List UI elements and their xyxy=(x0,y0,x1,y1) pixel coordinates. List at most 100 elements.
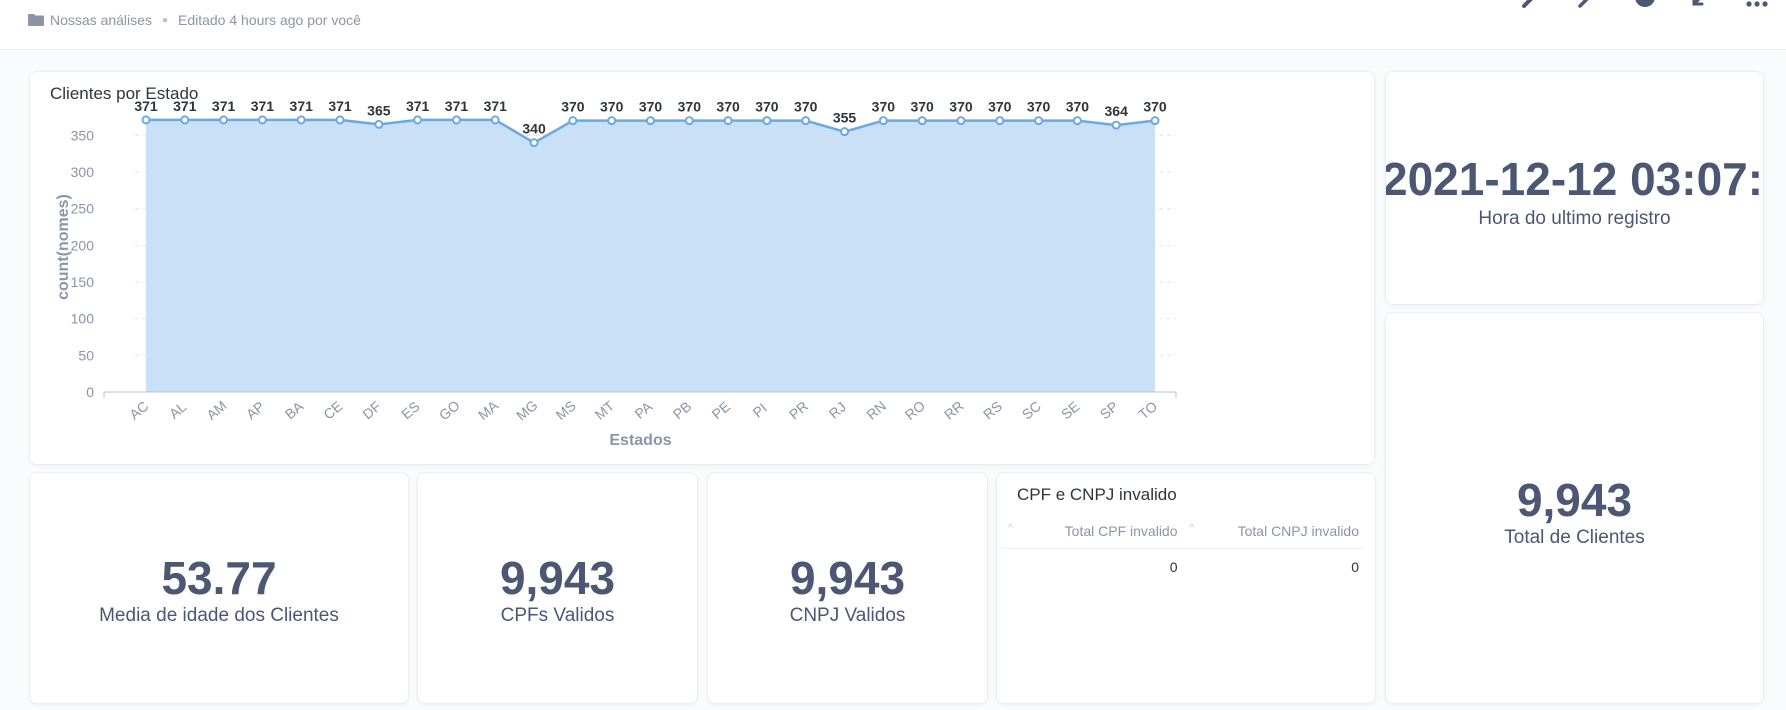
x-tick-label: BA xyxy=(282,398,307,423)
invalid-table-card[interactable]: CPF e CNPJ invalido ^ Total CPF invalido… xyxy=(996,472,1376,704)
share-arrow-icon[interactable] xyxy=(1576,0,1602,10)
column-header-cnpj[interactable]: ^ Total CNPJ invalido xyxy=(1184,523,1366,539)
data-point xyxy=(141,115,151,125)
data-label: 371 xyxy=(406,98,430,114)
data-label: 370 xyxy=(600,99,624,115)
last-record-value: 2021-12-12 03:07:52 xyxy=(1385,153,1764,205)
data-point xyxy=(180,115,190,125)
invalid-table: ^ Total CPF invalido ^ Total CNPJ invali… xyxy=(1002,513,1365,585)
data-label: 370 xyxy=(988,99,1012,115)
data-label: 370 xyxy=(872,99,896,115)
area-fill xyxy=(146,119,1155,392)
x-tick-label: AM xyxy=(203,397,229,423)
data-point xyxy=(529,138,539,148)
data-point xyxy=(296,115,306,125)
x-tick-label: GO xyxy=(436,397,463,423)
x-tick-label: SC xyxy=(1019,398,1044,423)
data-point xyxy=(762,116,772,126)
collection-link[interactable]: Nossas análises xyxy=(50,12,152,28)
data-label: 365 xyxy=(367,102,391,118)
x-tick-label: PB xyxy=(670,398,695,422)
x-tick-label: TO xyxy=(1135,398,1160,423)
data-label: 355 xyxy=(833,110,857,126)
data-point xyxy=(451,115,461,125)
data-label: 370 xyxy=(639,99,663,115)
more-options-icon[interactable] xyxy=(1744,0,1770,10)
cpf-valid-value: 9,943 xyxy=(499,552,616,604)
last-record-card[interactable]: 2021-12-12 03:07:52 Hora do ultimo regis… xyxy=(1385,71,1764,305)
x-tick-label: MA xyxy=(475,397,502,423)
x-tick-label: PA xyxy=(631,398,655,422)
x-tick-label: RN xyxy=(863,398,889,423)
total-clients-label: Total de Clientes xyxy=(1504,527,1645,548)
avg-age-value: 53.77 xyxy=(161,552,277,604)
dashboard-toolbar xyxy=(1520,0,1770,10)
avg-age-label: Media de idade dos Clientes xyxy=(99,605,339,626)
data-label: 371 xyxy=(328,98,352,114)
last-record-label: Hora do ultimo registro xyxy=(1478,208,1671,229)
data-point xyxy=(335,115,345,125)
x-tick-label: RR xyxy=(941,398,967,423)
data-point xyxy=(607,116,617,126)
data-label: 371 xyxy=(212,98,236,114)
x-tick-label: MS xyxy=(552,397,578,423)
y-tick-label: 350 xyxy=(71,127,95,143)
data-label: 371 xyxy=(134,98,158,114)
data-label: 370 xyxy=(910,99,934,115)
data-label: 364 xyxy=(1105,103,1129,119)
x-tick-label: RJ xyxy=(826,399,849,422)
data-point xyxy=(568,116,578,126)
folder-icon xyxy=(28,14,44,26)
x-tick-label: SE xyxy=(1058,398,1083,422)
y-tick-label: 0 xyxy=(86,384,94,400)
data-label: 370 xyxy=(1143,99,1167,115)
data-point xyxy=(1072,116,1082,126)
y-tick-label: 200 xyxy=(71,237,95,253)
data-point xyxy=(840,127,850,137)
cpf-valid-card[interactable]: 9,943 CPFs Validos xyxy=(417,472,698,704)
data-point xyxy=(1150,116,1160,126)
edit-pencil-icon[interactable] xyxy=(1520,0,1546,10)
x-tick-label: AL xyxy=(166,398,190,421)
data-label: 370 xyxy=(949,99,973,115)
data-label: 371 xyxy=(290,98,314,114)
x-tick-label: MT xyxy=(592,397,618,423)
fullscreen-icon[interactable] xyxy=(1688,0,1714,10)
x-tick-label: DF xyxy=(359,398,384,422)
data-point xyxy=(723,116,733,126)
table-header-row: ^ Total CPF invalido ^ Total CNPJ invali… xyxy=(1002,513,1365,549)
total-clients-card[interactable]: 9,943 Total de Clientes xyxy=(1385,312,1764,704)
data-point xyxy=(646,116,655,126)
x-tick-label: PI xyxy=(749,400,769,421)
x-axis-label: Estados xyxy=(609,432,671,449)
data-label: 371 xyxy=(445,98,469,114)
sort-icon[interactable]: ^ xyxy=(1190,523,1195,534)
chart-card-clientes-por-estado[interactable]: Clientes por Estado 0 50 100 150 200 250 300 35… xyxy=(29,71,1375,465)
sort-icon[interactable]: ^ xyxy=(1008,523,1013,534)
edited-info: Editado 4 hours ago por você xyxy=(177,12,361,28)
table-cell-cnpj: 0 xyxy=(1351,559,1359,575)
x-tick-label: SP xyxy=(1097,398,1122,422)
data-label: 371 xyxy=(173,98,197,114)
avg-age-card[interactable]: 53.77 Media de idade dos Clientes xyxy=(29,472,409,704)
column-header-cpf[interactable]: ^ Total CPF invalido xyxy=(1002,523,1184,539)
x-tick-label: PE xyxy=(709,398,734,422)
data-point xyxy=(219,115,229,125)
x-tick-label: AP xyxy=(243,398,268,422)
data-point xyxy=(917,116,927,126)
x-tick-label: PR xyxy=(786,398,811,423)
clock-icon[interactable] xyxy=(1632,0,1658,10)
breadcrumb: Nossas análises ● Editado 4 hours ago po… xyxy=(28,12,361,28)
data-label: 371 xyxy=(484,98,508,114)
data-point xyxy=(413,115,423,125)
cnpj-valid-card[interactable]: 9,943 CNPJ Validos xyxy=(707,472,988,704)
total-clients-value: 9,943 xyxy=(1516,474,1633,526)
data-label: 370 xyxy=(794,99,818,115)
data-point xyxy=(995,116,1005,126)
table-cell-cpf: 0 xyxy=(1169,559,1178,575)
invalid-table-title[interactable]: CPF e CNPJ invalido xyxy=(1017,485,1177,505)
data-point xyxy=(878,116,888,126)
separator-dot: ● xyxy=(161,14,168,26)
x-tick-label: MG xyxy=(513,397,541,424)
data-point xyxy=(490,115,500,125)
